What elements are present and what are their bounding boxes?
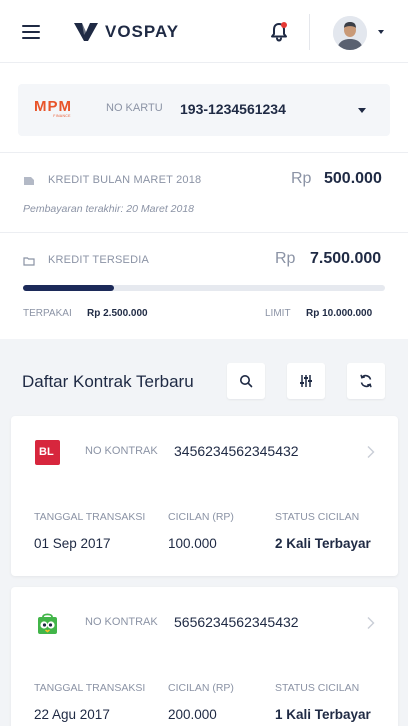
installment-status: 1 Kali Terbayar — [275, 707, 371, 722]
search-icon — [240, 375, 253, 388]
transaction-date: 22 Agu 2017 — [34, 707, 110, 722]
credit-usage-fill — [23, 285, 114, 291]
app-header: VOSPAY — [0, 0, 408, 63]
used-label: TERPAKAI — [23, 308, 72, 319]
credit-usage-bar — [23, 285, 385, 291]
card-dropdown-icon[interactable] — [358, 108, 366, 113]
installment-header: CICILAN (RP) — [168, 511, 234, 523]
notification-dot — [281, 22, 287, 28]
contract-number-label: NO KONTRAK — [85, 616, 158, 628]
card-section: MPM FINANCE NO KARTU 193-1234561234 — [0, 63, 408, 153]
card-selector[interactable]: MPM FINANCE NO KARTU 193-1234561234 — [18, 84, 390, 136]
card-number-value: 193-1234561234 — [180, 101, 286, 117]
user-avatar[interactable] — [333, 16, 367, 50]
brand-name: VOSPAY — [105, 22, 180, 41]
payment-due-date: Pembayaran terakhir: 20 Maret 2018 — [23, 203, 195, 215]
transaction-date: 01 Sep 2017 — [34, 536, 111, 551]
contract-number-value: 5656234562345432 — [174, 614, 299, 630]
contract-card[interactable]: BL NO KONTRAK 3456234562345432 TANGGAL T… — [11, 416, 398, 576]
bell-icon[interactable] — [268, 20, 290, 44]
transaction-date-header: TANGGAL TRANSAKSI — [34, 511, 146, 523]
merchant-badge-text: BL — [39, 446, 54, 458]
folder-icon — [23, 257, 35, 266]
vospay-logo: VOSPAY — [73, 19, 179, 45]
monthly-credit-amount: 500.000 — [324, 170, 382, 187]
available-credit-currency: Rp — [275, 250, 296, 267]
header-divider — [309, 14, 310, 50]
contract-number-label: NO KONTRAK — [85, 445, 158, 457]
contracts-section: Daftar Kontrak Terbaru BL NO KONTRAK 345… — [0, 339, 408, 726]
mpm-finance-logo: MPM FINANCE — [34, 98, 90, 122]
limit-label: LIMIT — [265, 308, 291, 319]
hamburger-menu-icon[interactable] — [22, 24, 42, 40]
monthly-credit-section: KREDIT BULAN MARET 2018 Rp 500.000 Pemba… — [0, 153, 408, 233]
limit-value: Rp 10.000.000 — [306, 308, 373, 319]
installment-amount: 200.000 — [168, 707, 217, 722]
monthly-credit-currency: Rp — [291, 170, 312, 187]
card-number-label: NO KARTU — [106, 102, 163, 114]
refresh-icon — [360, 374, 372, 388]
contracts-title: Daftar Kontrak Terbaru — [22, 372, 194, 391]
search-button[interactable] — [227, 363, 265, 399]
vospay-logo-mark-icon — [74, 23, 98, 41]
chevron-right-icon — [367, 617, 375, 629]
bukalapak-logo: BL — [35, 440, 60, 465]
used-value: Rp 2.500.000 — [87, 308, 148, 319]
bill-icon — [24, 177, 34, 185]
tokopedia-logo — [35, 611, 60, 636]
available-credit-section: KREDIT TERSEDIA Rp 7.500.000 TERPAKAI Rp… — [0, 233, 408, 339]
installment-amount: 100.000 — [168, 536, 217, 551]
available-credit-amount: 7.500.000 — [310, 250, 382, 267]
refresh-button[interactable] — [347, 363, 385, 399]
contract-card[interactable]: NO KONTRAK 5656234562345432 TANGGAL TRAN… — [11, 587, 398, 726]
transaction-date-header: TANGGAL TRANSAKSI — [34, 682, 146, 694]
installment-status-header: STATUS CICILAN — [275, 682, 360, 694]
installment-status-header: STATUS CICILAN — [275, 511, 360, 523]
mpm-logo-text: MPM — [34, 98, 72, 115]
installment-header: CICILAN (RP) — [168, 682, 234, 694]
filter-button[interactable] — [287, 363, 325, 399]
monthly-credit-label: KREDIT BULAN MARET 2018 — [48, 174, 202, 186]
available-credit-label: KREDIT TERSEDIA — [48, 254, 150, 266]
installment-status: 2 Kali Terbayar — [275, 536, 371, 551]
contract-number-value: 3456234562345432 — [174, 443, 299, 459]
profile-caret-icon[interactable] — [378, 30, 384, 34]
filter-icon — [300, 375, 312, 387]
chevron-right-icon — [367, 446, 375, 458]
